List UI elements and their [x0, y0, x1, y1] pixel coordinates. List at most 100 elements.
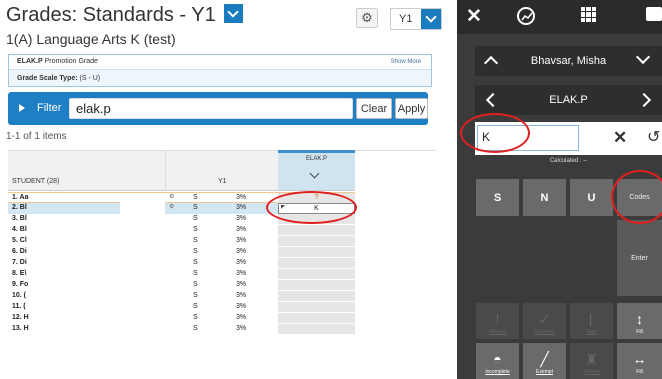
- gear-icon[interactable]: ⚙: [169, 203, 174, 210]
- collected-button[interactable]: ✓ Collected: [523, 303, 566, 339]
- checkmark-icon: ✓: [538, 311, 551, 327]
- standard-score-cell[interactable]: [278, 236, 355, 247]
- chair-icon: ♜: [585, 351, 598, 367]
- annotation-oval: [266, 191, 357, 224]
- term-grade: S: [193, 314, 198, 321]
- student-name[interactable]: 6. Di: [12, 248, 27, 255]
- enter-button[interactable]: Enter: [617, 220, 662, 296]
- standard-score-cell[interactable]: [278, 258, 355, 269]
- grid-view-icon[interactable]: [581, 7, 596, 22]
- absent-button[interactable]: ♜ Absent: [570, 343, 613, 379]
- clear-score-icon[interactable]: ✕: [613, 128, 627, 148]
- missing-icon: !: [495, 311, 500, 327]
- term-grade: S: [193, 270, 198, 277]
- table-row[interactable]: 12. H S 3%: [8, 313, 355, 324]
- standard-score-cell[interactable]: [278, 225, 355, 236]
- filter-input[interactable]: elak.p: [69, 98, 353, 119]
- missing-button[interactable]: ! Missing: [476, 303, 519, 339]
- term-percent: 3%: [236, 194, 247, 201]
- class-subtitle: 1(A) Language Arts K (test): [6, 31, 176, 47]
- table-row[interactable]: 8. E\ S 3%: [8, 269, 355, 280]
- standard-score-cell[interactable]: [278, 302, 355, 313]
- term-grade: S: [193, 215, 198, 222]
- chevron-down-icon: [309, 168, 320, 179]
- calculated-value: Calculated : --: [549, 158, 588, 164]
- name-mask: [120, 258, 165, 269]
- student-name[interactable]: 13. H: [12, 325, 29, 332]
- show-more-link[interactable]: Show More: [391, 59, 421, 65]
- column-divider: [165, 151, 166, 191]
- comment-icon[interactable]: [646, 7, 662, 21]
- late-button[interactable]: ⌊ Late: [570, 303, 613, 339]
- student-name[interactable]: 7. Di: [12, 259, 27, 266]
- student-name[interactable]: 3. Bl: [12, 215, 27, 222]
- close-icon[interactable]: ✕: [466, 5, 482, 28]
- collected-label: Collected: [534, 329, 555, 335]
- apply-button[interactable]: Apply: [395, 98, 428, 119]
- standard-name: Promotion Grade: [44, 58, 98, 65]
- settings-button[interactable]: ⚙: [356, 8, 378, 28]
- student-name[interactable]: 1. Aa: [12, 194, 28, 201]
- term-grade: S: [193, 237, 198, 244]
- standard-score-cell[interactable]: [278, 247, 355, 258]
- student-name[interactable]: 5. Cl: [12, 237, 27, 244]
- grade-u-button[interactable]: U: [570, 179, 613, 216]
- undo-icon[interactable]: ↺: [647, 127, 660, 147]
- fill-across-button[interactable]: ↔ Fill: [617, 343, 662, 379]
- standard-score-cell[interactable]: [278, 291, 355, 302]
- student-name[interactable]: 12. H: [12, 314, 29, 321]
- grade-n-button[interactable]: N: [523, 179, 566, 216]
- standard-name: ELAK.P: [549, 94, 588, 106]
- gear-icon[interactable]: ⚙: [169, 193, 174, 200]
- standard-info-box: ELAK.P Promotion Grade Show More Grade S…: [8, 54, 432, 87]
- name-mask: [120, 280, 165, 291]
- student-name[interactable]: 9. Fo: [12, 281, 28, 288]
- student-name[interactable]: 10. (: [12, 292, 26, 299]
- table-row[interactable]: 7. Di S 3%: [8, 258, 355, 269]
- expand-filter-icon[interactable]: [19, 104, 25, 112]
- exempt-icon: ╱: [540, 351, 549, 367]
- term-percent: 3%: [236, 270, 247, 277]
- incomplete-button[interactable]: ◓ Incomplete: [476, 343, 519, 379]
- student-name[interactable]: 2. Bl: [12, 204, 27, 211]
- term-grade: S: [193, 194, 198, 201]
- table-row[interactable]: 9. Fo S 3%: [8, 280, 355, 291]
- table-header: STUDENT (28) Y1: [8, 151, 278, 191]
- student-name[interactable]: 8. E\: [12, 270, 26, 277]
- trend-chart-icon[interactable]: [517, 7, 535, 25]
- standard-info-row: ELAK.P Promotion Grade Show More: [9, 55, 431, 70]
- table-row[interactable]: 10. (S 3%: [8, 291, 355, 302]
- student-column-header[interactable]: STUDENT (28): [12, 178, 59, 185]
- grade-s-button[interactable]: S: [476, 179, 519, 216]
- name-mask: [120, 302, 165, 313]
- term-grade: S: [193, 303, 198, 310]
- standard-code: ELAK.P: [17, 58, 43, 65]
- exempt-button[interactable]: ╱ Exempt: [523, 343, 566, 379]
- term-select-value: Y1: [399, 13, 413, 25]
- term-select[interactable]: Y1: [390, 8, 442, 30]
- table-row[interactable]: 5. Cl S 3%: [8, 236, 355, 247]
- fill-down-button[interactable]: ↕ Fill: [617, 303, 662, 339]
- term-grade: S: [193, 248, 198, 255]
- standard-score-cell[interactable]: [278, 269, 355, 280]
- standard-score-cell[interactable]: [278, 324, 355, 335]
- table-row[interactable]: 6. Di S 3%: [8, 247, 355, 258]
- name-mask: [120, 313, 165, 324]
- standard-score-cell[interactable]: [278, 313, 355, 324]
- table-row[interactable]: 13. H S 3%: [8, 324, 355, 335]
- title-dropdown-button[interactable]: [224, 4, 244, 23]
- half-circle-icon: ◓: [493, 351, 502, 367]
- annotation-oval: [460, 113, 530, 153]
- standard-column-header[interactable]: ELAK.P: [278, 150, 355, 191]
- term-column-header[interactable]: Y1: [218, 178, 227, 185]
- table-row[interactable]: 11. (S 3%: [8, 302, 355, 313]
- table-row[interactable]: 4. Bl S 3%: [8, 225, 355, 236]
- clear-button[interactable]: Clear: [356, 98, 392, 119]
- standard-score-cell[interactable]: [278, 280, 355, 291]
- term-percent: 3%: [236, 314, 247, 321]
- exempt-label: Exempt: [536, 369, 553, 375]
- name-mask: [120, 291, 165, 302]
- student-nav: Bhavsar, Misha: [475, 46, 662, 76]
- student-name[interactable]: 11. (: [12, 303, 26, 310]
- student-name[interactable]: 4. Bl: [12, 226, 27, 233]
